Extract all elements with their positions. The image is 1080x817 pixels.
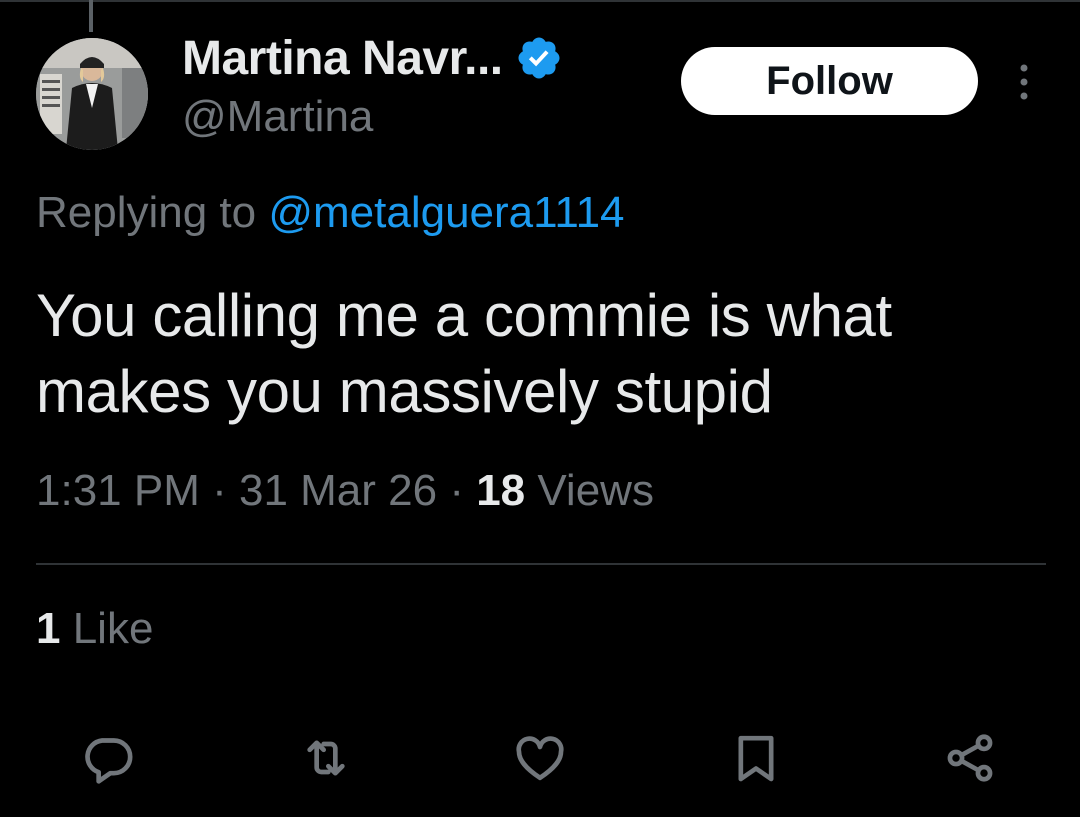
bookmark-icon[interactable] [728, 730, 784, 786]
meta-separator: · [199, 466, 239, 515]
tweet-metadata: 1:31 PM · 31 Mar 26 · 18 Views [36, 466, 654, 516]
engagement-divider [36, 563, 1046, 565]
reply-bubble-icon[interactable] [80, 730, 136, 786]
views-count: 18 [476, 466, 526, 515]
avatar[interactable] [36, 38, 148, 150]
replying-to-line: Replying to @metalguera1114 [36, 188, 625, 238]
avatar-image [36, 38, 148, 150]
retweet-icon[interactable] [298, 730, 354, 786]
meta-separator: · [437, 466, 477, 515]
tweet-time[interactable]: 1:31 PM [36, 466, 200, 515]
tweet-text: You calling me a commie is what makes yo… [36, 282, 892, 425]
author-name-row: Martina Navr... [182, 28, 563, 88]
like-count: 1 [36, 604, 61, 653]
like-label: Like [60, 604, 154, 653]
likes-summary[interactable]: 1 Like [36, 604, 153, 654]
follow-button[interactable]: Follow [681, 47, 978, 115]
author-handle[interactable]: @Martina [182, 92, 373, 142]
thread-connector-line [89, 0, 93, 32]
replying-to-label: Replying to [36, 188, 269, 237]
more-vertical-icon[interactable] [1004, 58, 1044, 106]
views-label: Views [525, 466, 654, 515]
author-display-name[interactable]: Martina Navr... [182, 31, 503, 86]
top-divider [0, 0, 1080, 2]
verified-badge-icon [515, 34, 563, 82]
reply-to-handle-link[interactable]: @metalguera1114 [268, 188, 624, 237]
tweet-date[interactable]: 31 Mar 26 [239, 466, 437, 515]
heart-icon[interactable] [512, 730, 568, 786]
share-icon[interactable] [942, 730, 998, 786]
